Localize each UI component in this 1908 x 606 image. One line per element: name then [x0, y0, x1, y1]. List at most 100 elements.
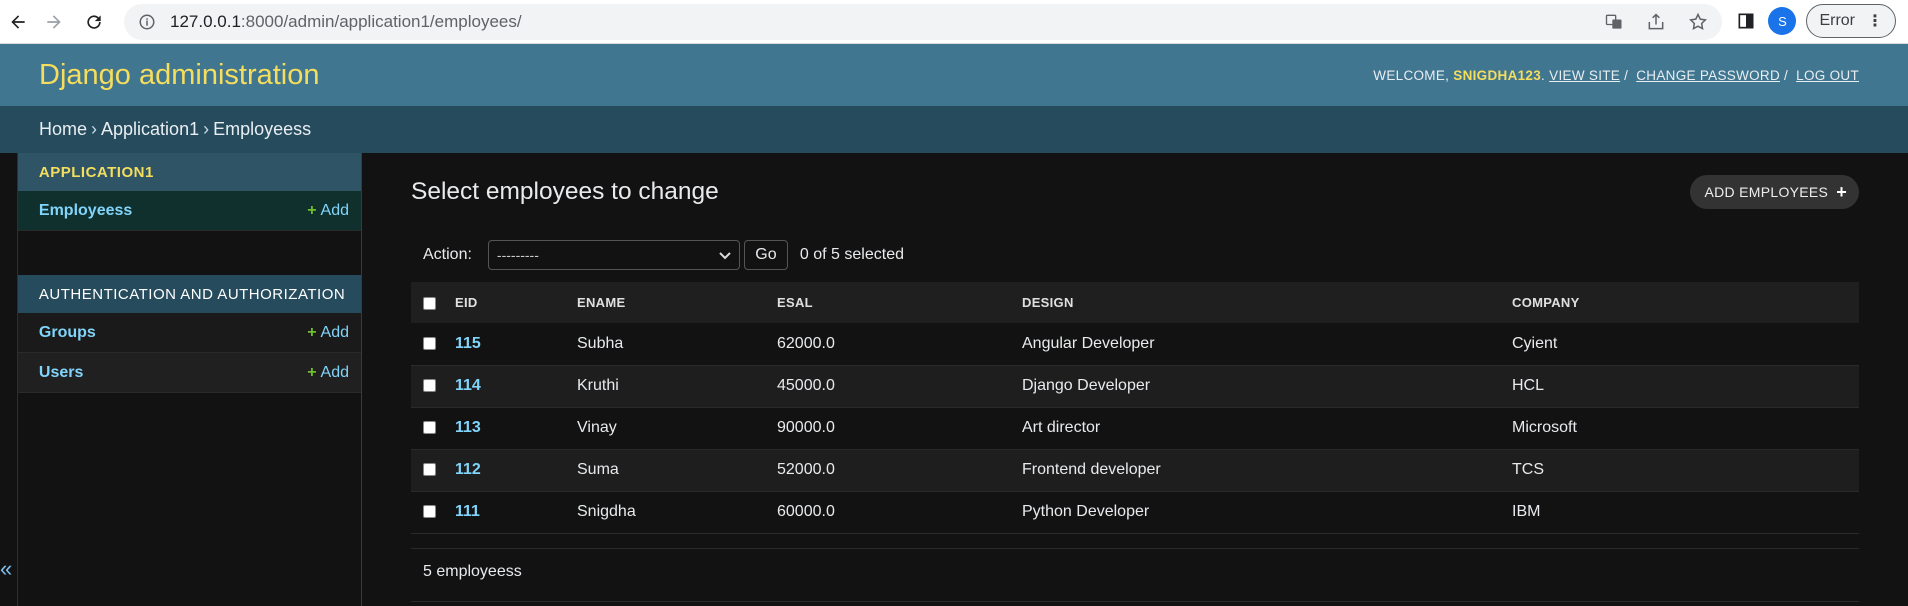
company-cell: TCS	[1512, 461, 1544, 478]
module-caption[interactable]: APPLICATION1	[17, 153, 361, 191]
eid-link[interactable]: 114	[455, 365, 577, 407]
design-cell: Angular Developer	[1022, 334, 1155, 352]
ename-cell: Subha	[577, 334, 624, 352]
design-cell: Django Developer	[1022, 377, 1151, 394]
site-brand[interactable]: Django administration	[39, 59, 319, 92]
share-icon[interactable]	[1644, 10, 1668, 34]
breadcrumb-separator: ›	[203, 119, 210, 139]
add-button-label: ADD EMPLOYEES	[1704, 184, 1829, 200]
model-link[interactable]: Groups	[39, 324, 96, 342]
go-button[interactable]: Go	[743, 240, 788, 270]
results-table: EID ENAME ESAL DESIGN COMPANY 115 Subha …	[411, 282, 1859, 534]
table-row: 115 Subha 62000.0 Angular Developer Cyie…	[411, 323, 1859, 365]
side-panel-icon[interactable]	[1734, 9, 1758, 33]
esal-cell: 90000.0	[777, 419, 835, 436]
company-cell: HCL	[1512, 377, 1545, 394]
eid-link[interactable]: 112	[455, 449, 577, 491]
breadcrumb-separator: ›	[91, 119, 98, 139]
company-cell: Microsoft	[1512, 419, 1577, 436]
bookmark-star-icon[interactable]	[1686, 10, 1710, 34]
table-row: 113 Vinay 90000.0 Art director Microsoft	[411, 407, 1859, 449]
profile-avatar[interactable]: S	[1768, 7, 1797, 35]
add-link[interactable]: + Add	[307, 202, 349, 220]
column-header-ename[interactable]: ENAME	[577, 282, 777, 323]
column-header-eid[interactable]: EID	[455, 282, 577, 323]
chevron-down-icon	[719, 247, 731, 263]
paginator: 5 employeess	[411, 547, 1859, 602]
row-checkbox[interactable]	[423, 337, 436, 351]
column-header-company[interactable]: COMPANY	[1512, 282, 1859, 323]
sidebar-toggle-strip: «	[0, 153, 18, 606]
url-path: :8000/admin/application1/employees/	[240, 12, 522, 31]
action-select-value: ---------	[496, 247, 539, 263]
ename-cell: Vinay	[577, 419, 617, 436]
esal-cell: 52000.0	[777, 461, 835, 478]
back-arrow-icon[interactable]	[2, 6, 34, 38]
module-caption[interactable]: AUTHENTICATION AND AUTHORIZATION	[17, 275, 361, 313]
column-header-esal[interactable]: ESAL	[777, 282, 1022, 323]
row-checkbox[interactable]	[423, 463, 436, 477]
ename-cell: Snigdha	[577, 503, 636, 520]
breadcrumb: Home › Application1 › Employeess	[0, 106, 1908, 153]
reload-icon[interactable]	[78, 6, 110, 38]
module-application1: APPLICATION1 Employeess + Add	[17, 153, 361, 231]
error-button[interactable]: Error ⋮	[1806, 4, 1896, 38]
company-cell: IBM	[1512, 503, 1541, 520]
change-password-link[interactable]: CHANGE PASSWORD	[1636, 68, 1780, 83]
eid-link[interactable]: 113	[455, 407, 577, 449]
esal-cell: 62000.0	[777, 334, 835, 352]
model-link[interactable]: Users	[39, 364, 83, 382]
eid-link[interactable]: 111	[455, 491, 577, 533]
plus-icon: +	[307, 201, 317, 219]
esal-cell: 45000.0	[777, 377, 835, 394]
actions-bar: Action: --------- Go 0 of 5 selected	[411, 238, 1859, 272]
welcome-text: WELCOME,	[1373, 67, 1450, 83]
plus-icon: +	[307, 323, 317, 341]
more-menu-icon: ⋮	[1867, 13, 1883, 30]
action-select[interactable]: ---------	[487, 240, 740, 270]
page-title: Select employees to change	[411, 178, 719, 205]
model-link[interactable]: Employeess	[39, 202, 132, 220]
translate-icon[interactable]	[1602, 10, 1626, 34]
action-label: Action:	[423, 246, 472, 263]
eid-link[interactable]: 115	[455, 323, 577, 365]
design-cell: Frontend developer	[1022, 461, 1161, 478]
plus-icon: +	[1836, 181, 1847, 202]
add-link[interactable]: + Add	[307, 364, 349, 382]
forward-arrow-icon[interactable]	[38, 6, 70, 38]
plus-icon: +	[307, 363, 317, 381]
content: Select employees to change ADD EMPLOYEES…	[362, 153, 1908, 606]
selection-counter: 0 of 5 selected	[799, 246, 904, 263]
row-checkbox[interactable]	[423, 379, 436, 393]
esal-cell: 60000.0	[777, 503, 835, 520]
column-header-design[interactable]: DESIGN	[1022, 282, 1512, 323]
breadcrumb-current: Employeess	[213, 119, 312, 139]
table-header-row: EID ENAME ESAL DESIGN COMPANY	[411, 282, 1859, 323]
company-cell: Cyient	[1512, 334, 1558, 352]
design-cell: Python Developer	[1022, 503, 1150, 520]
username: SNIGDHA123	[1453, 67, 1542, 83]
user-tools: WELCOME, SNIGDHA123. VIEW SITE / CHANGE P…	[1373, 67, 1859, 83]
sidebar-item-groups[interactable]: Groups + Add	[17, 313, 361, 353]
ename-cell: Suma	[577, 461, 619, 478]
sidebar-item-employeess[interactable]: Employeess + Add	[17, 191, 361, 231]
site-info-icon[interactable]	[138, 13, 156, 31]
table-row: 114 Kruthi 45000.0 Django Developer HCL	[411, 365, 1859, 407]
add-link[interactable]: + Add	[307, 324, 349, 342]
row-checkbox[interactable]	[423, 421, 436, 435]
browser-toolbar: 127.0.0.1:8000/admin/application1/employ…	[0, 0, 1908, 44]
breadcrumb-home[interactable]: Home	[39, 119, 87, 140]
admin-header: Django administration WELCOME, SNIGDHA12…	[0, 44, 1908, 106]
collapse-sidebar-icon[interactable]: «	[0, 556, 12, 582]
breadcrumb-application1[interactable]: Application1	[101, 119, 199, 140]
row-checkbox[interactable]	[423, 505, 436, 519]
add-employees-button[interactable]: ADD EMPLOYEES +	[1690, 175, 1859, 209]
table-row: 112 Suma 52000.0 Frontend developer TCS	[411, 449, 1859, 491]
select-all-checkbox[interactable]	[423, 297, 436, 311]
sidebar: APPLICATION1 Employeess + Add AUTHENTICAT…	[17, 153, 362, 606]
log-out-link[interactable]: LOG OUT	[1796, 68, 1859, 83]
view-site-link[interactable]: VIEW SITE	[1549, 68, 1620, 83]
address-bar[interactable]: 127.0.0.1:8000/admin/application1/employ…	[124, 4, 1722, 40]
module-auth: AUTHENTICATION AND AUTHORIZATION Groups …	[17, 275, 361, 393]
sidebar-item-users[interactable]: Users + Add	[17, 353, 361, 393]
